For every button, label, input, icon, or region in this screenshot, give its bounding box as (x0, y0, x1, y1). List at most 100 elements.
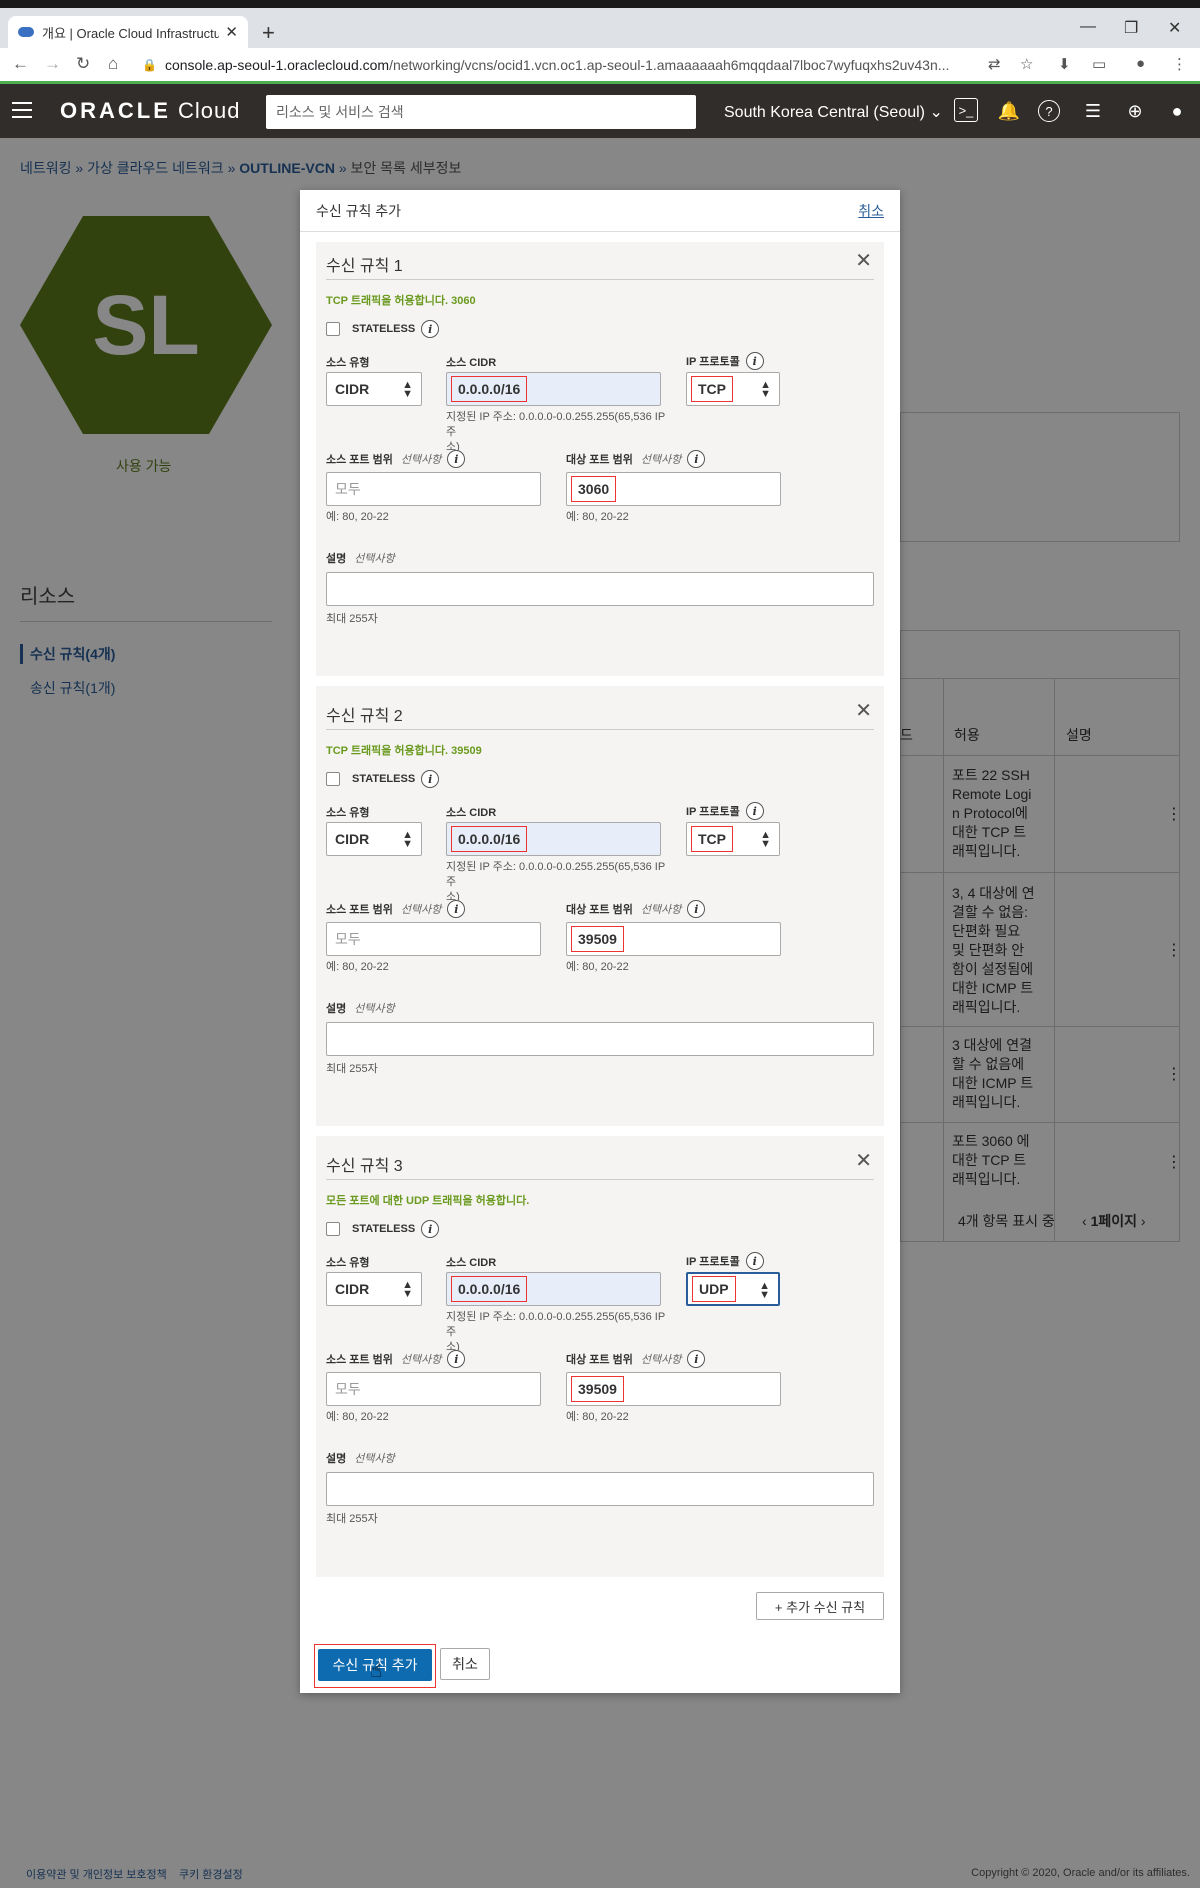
remove-rule-icon[interactable]: ✕ (855, 1148, 872, 1173)
reload-icon[interactable]: ↻ (76, 54, 90, 74)
source-type-select[interactable]: CIDR ▲ ▼ (326, 822, 422, 856)
ingress-rule-2: 수신 규칙 2 ✕ TCP 트래픽을 허용합니다. 39509 STATELES… (316, 692, 884, 1132)
info-icon[interactable]: i (687, 450, 706, 468)
ingress-rule-3: 수신 규칙 3 ✕ 모든 포트에 대한 UDP 트래픽을 허용합니다. STAT… (316, 1142, 884, 1582)
port-example: 예: 80, 20-22 (326, 511, 389, 523)
info-icon[interactable]: i (447, 450, 466, 468)
chat-icon[interactable]: ☰ (1080, 98, 1106, 124)
ip-protocol-label: IP 프로토콜 i (686, 352, 764, 370)
stateless-checkbox[interactable]: STATELESS i (326, 320, 440, 338)
oracle-header: ORACLE Cloud 리소스 및 서비스 검색 South Korea Ce… (0, 84, 1200, 138)
source-port-input[interactable]: 모두 (326, 1372, 541, 1406)
info-icon[interactable]: i (745, 802, 764, 820)
source-port-label: 소스 포트 범위 선택사항 i (326, 900, 466, 918)
search-input[interactable]: 리소스 및 서비스 검색 (266, 95, 696, 129)
source-port-label: 소스 포트 범위 선택사항 i (326, 1350, 466, 1368)
browser-tab[interactable]: 개요 | Oracle Cloud Infrastructu ✕ (8, 16, 248, 48)
select-arrows-icon: ▲ ▼ (760, 379, 771, 400)
ip-protocol-select[interactable]: UDP ▲ ▼ (686, 1272, 780, 1306)
oracle-logo[interactable]: ORACLE Cloud (60, 98, 241, 124)
checkbox-box[interactable] (326, 322, 340, 336)
lock-icon: 🔒 (142, 58, 157, 72)
info-icon[interactable]: i (421, 1220, 440, 1238)
description-label: 설명 선택사항 (326, 1003, 395, 1015)
help-icon[interactable]: ? (1038, 100, 1060, 122)
select-arrows-icon: ▲ ▼ (402, 829, 413, 850)
extension-icon[interactable]: ⬇ (1058, 55, 1071, 73)
back-icon[interactable]: ← (12, 54, 29, 74)
source-cidr-input[interactable]: 0.0.0.0/16 (446, 1272, 661, 1306)
dialog-cancel-link[interactable]: 취소 (858, 201, 884, 221)
add-another-rule-button[interactable]: + 추가 수신 규칙 (756, 1592, 884, 1620)
max-length-hint: 최대 255자 (326, 1063, 378, 1075)
cancel-button[interactable]: 취소 (440, 1648, 490, 1680)
browser-menu-icon[interactable]: ⋮ (1172, 55, 1187, 73)
restore-icon[interactable]: ❐ (1124, 18, 1138, 38)
dest-port-input[interactable]: 3060 (566, 472, 781, 506)
source-type-label: 소스 유형 (326, 807, 370, 819)
description-input[interactable] (326, 1022, 874, 1056)
port-example: 예: 80, 20-22 (566, 1411, 629, 1423)
forward-icon[interactable]: → (44, 54, 61, 74)
dest-port-label: 대상 포트 범위 선택사항 i (566, 1350, 706, 1368)
ip-protocol-select[interactable]: TCP ▲ ▼ (686, 822, 780, 856)
translate-icon[interactable]: ⇄ (988, 55, 1001, 73)
select-arrows-icon: ▲ ▼ (760, 829, 771, 850)
description-input[interactable] (326, 1472, 874, 1506)
rule-separator (316, 1126, 884, 1136)
dest-port-label: 대상 포트 범위 선택사항 i (566, 450, 706, 468)
stateless-checkbox[interactable]: STATELESS i (326, 770, 440, 788)
info-icon[interactable]: i (687, 900, 706, 918)
window-close-icon[interactable]: ✕ (1168, 18, 1181, 38)
profile-icon[interactable]: ● (1136, 55, 1145, 72)
source-cidr-input[interactable]: 0.0.0.0/16 (446, 822, 661, 856)
user-icon[interactable]: ● (1164, 98, 1190, 124)
minimize-icon[interactable]: — (1080, 18, 1096, 36)
info-icon[interactable]: i (447, 900, 466, 918)
info-icon[interactable]: i (421, 770, 440, 788)
description-input[interactable] (326, 572, 874, 606)
menu-icon[interactable] (12, 102, 32, 118)
info-icon[interactable]: i (745, 1252, 764, 1270)
info-icon[interactable]: i (687, 1350, 706, 1368)
url-field[interactable]: 🔒 console.ap-seoul-1.oraclecloud.com/net… (142, 52, 972, 78)
dest-port-input[interactable]: 39509 (566, 1372, 781, 1406)
cloud-icon (18, 27, 34, 37)
select-arrows-icon: ▲ ▼ (402, 379, 413, 400)
stateless-checkbox[interactable]: STATELESS i (326, 1220, 440, 1238)
source-type-select[interactable]: CIDR ▲ ▼ (326, 1272, 422, 1306)
home-icon[interactable]: ⌂ (108, 54, 118, 74)
tab-close-icon[interactable]: ✕ (225, 23, 238, 41)
info-icon[interactable]: i (745, 352, 764, 370)
ip-protocol-select[interactable]: TCP ▲ ▼ (686, 372, 780, 406)
source-port-label: 소스 포트 범위 선택사항 i (326, 450, 466, 468)
remove-rule-icon[interactable]: ✕ (855, 698, 872, 723)
cloud-shell-icon[interactable]: >_ (954, 98, 978, 122)
source-type-select[interactable]: CIDR ▲ ▼ (326, 372, 422, 406)
description-label: 설명 선택사항 (326, 553, 395, 565)
rule-summary: 모든 포트에 대한 UDP 트래픽을 허용합니다. (326, 1195, 530, 1207)
rule-title: 수신 규칙 1 (326, 252, 874, 280)
checkbox-box[interactable] (326, 772, 340, 786)
region-selector[interactable]: South Korea Central (Seoul) ⌄ (724, 102, 943, 122)
remove-rule-icon[interactable]: ✕ (855, 248, 872, 273)
port-example: 예: 80, 20-22 (566, 511, 629, 523)
globe-icon[interactable]: ⊕ (1122, 98, 1148, 124)
bell-icon[interactable]: 🔔 (996, 98, 1022, 124)
source-port-input[interactable]: 모두 (326, 472, 541, 506)
info-icon[interactable]: i (447, 1350, 466, 1368)
source-cidr-input[interactable]: 0.0.0.0/16 (446, 372, 661, 406)
cidr-hint: 지정된 IP 주소: 0.0.0.0-0.0.255.255(65,536 IP… (446, 861, 665, 903)
new-tab-icon[interactable]: + (262, 20, 275, 46)
source-port-input[interactable]: 모두 (326, 922, 541, 956)
max-length-hint: 최대 255자 (326, 1513, 378, 1525)
hand-cursor-icon: ☝ (370, 1660, 383, 1682)
checkbox-box[interactable] (326, 1222, 340, 1236)
dest-port-input[interactable]: 39509 (566, 922, 781, 956)
cidr-hint: 지정된 IP 주소: 0.0.0.0-0.0.255.255(65,536 IP… (446, 1311, 665, 1353)
extension2-icon[interactable]: ▭ (1092, 55, 1106, 73)
star-icon[interactable]: ☆ (1020, 55, 1033, 73)
info-icon[interactable]: i (421, 320, 440, 338)
source-cidr-label: 소스 CIDR (446, 807, 497, 819)
rule-summary: TCP 트래픽을 허용합니다. 39509 (326, 745, 482, 757)
